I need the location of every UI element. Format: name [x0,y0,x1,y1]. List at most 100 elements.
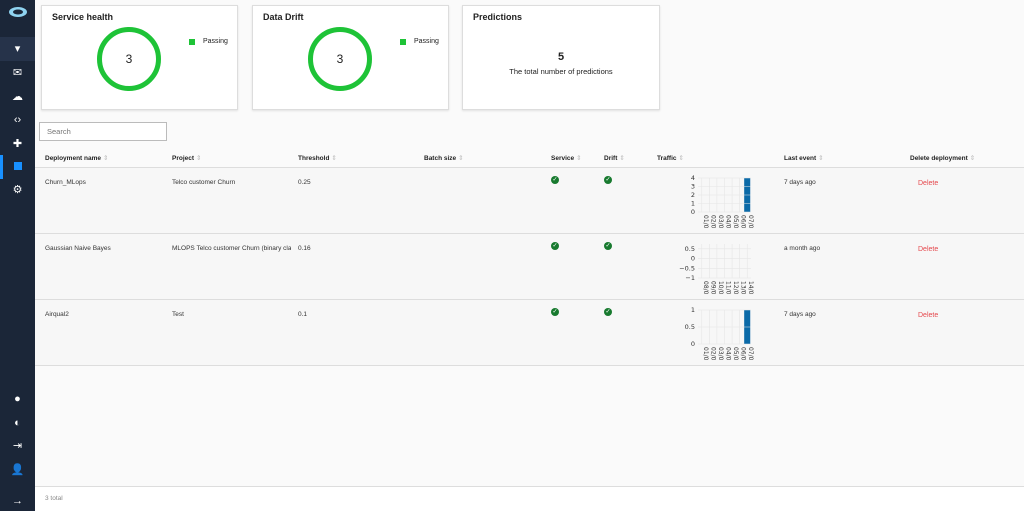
x-tick-label: 14/0 [747,281,754,295]
delete-button[interactable]: Delete [918,246,938,253]
col-project[interactable]: Project ⇕ [172,154,202,162]
deployment-name[interactable]: Churn_MLops [45,179,86,186]
project-name: MLOPS Telco customer Churn (binary cla [172,245,292,252]
sidebar: ▾ ✉ ☁ ‹› ✚ ⚙ ● ◐ ⇥ 👤 → [0,0,35,511]
x-tick-label: 07/0 [747,215,754,229]
puzzle-icon[interactable]: ✚ [0,136,35,152]
col-service[interactable]: Service ⇕ [551,154,582,162]
y-tick-label: −1 [685,274,695,282]
x-tick-label: 06/0 [740,215,747,229]
predictions-card: Predictions 5 The total number of predic… [462,5,660,110]
col-threshold[interactable]: Threshold ⇕ [298,154,337,162]
col-batch-size[interactable]: Batch size ⇕ [424,154,464,162]
legend-swatch [189,38,195,45]
legend-passing: Passing [189,38,228,45]
x-tick-label: 11/0 [725,281,732,295]
col-traffic[interactable]: Traffic ⇕ [657,154,684,162]
y-tick-label: 1 [691,306,695,314]
table-row[interactable]: Airqual2 Test 0.1 ✓ ✓ 01/0 02/0 03/0 04/0 05… [35,299,1024,365]
dashboard-icon[interactable] [0,159,35,175]
predictions-caption: The total number of predictions [509,67,613,76]
col-deployment-name[interactable]: Deployment name ⇕ [45,154,108,162]
drift-check-icon: ✓ [604,242,612,250]
x-tick-label: 01/0 [702,215,709,229]
table-end [35,365,1024,366]
service-check-icon: ✓ [551,242,559,250]
x-tick-label: 07/0 [747,347,754,361]
x-tick-label: 02/0 [709,215,716,229]
col-drift[interactable]: Drift ⇕ [604,154,625,162]
y-tick-label: 4 [691,174,695,182]
y-tick-label: 0 [691,255,695,263]
table-footer: 3 total [35,486,1024,511]
project-name: Test [172,311,184,318]
drift-check-icon: ✓ [604,308,612,316]
delete-button[interactable]: Delete [918,312,938,319]
card-title: Predictions [473,12,523,22]
legend-label: Passing [203,38,228,45]
deployment-name[interactable]: Airqual2 [45,311,69,318]
x-tick-label: 05/0 [732,215,739,229]
x-tick-label: 04/0 [725,215,732,229]
threshold: 0.1 [298,311,308,318]
x-tick-label: 05/0 [732,347,739,361]
y-tick-label: 0.5 [685,245,695,253]
project-name: Telco customer Churn [172,179,236,186]
table-row[interactable]: Churn_MLops Telco customer Churn 0.25 ✓ … [35,167,1024,233]
col-delete-deployment[interactable]: Delete deployment ⇕ [910,154,975,162]
gear-icon[interactable]: ⚙ [0,182,35,198]
card-title: Service health [52,12,114,22]
total-count: 3 total [45,495,63,502]
login-icon[interactable]: ⇥ [0,438,35,454]
x-tick-label: 03/0 [717,215,724,229]
x-tick-label: 06/0 [740,347,747,361]
drift-check-icon: ✓ [604,176,612,184]
threshold: 0.25 [298,179,311,186]
x-tick-label: 04/0 [725,347,732,361]
y-tick-label: 3 [691,183,695,191]
delete-button[interactable]: Delete [918,180,938,187]
legend-passing: Passing [400,38,439,45]
x-tick-label: 08/0 [702,281,709,295]
last-event: 7 days ago [784,311,816,318]
globe-icon[interactable]: ● [0,391,35,407]
y-tick-label: 0 [691,208,695,216]
x-tick-label: 01/0 [702,347,709,361]
traffic-chart: 08/0 09/0 10/0 11/0 12/0 13/0 14/0 −1 −0.50 0.5 [679,244,754,295]
data-drift-card: Data Drift 3 Passing [252,5,449,110]
y-tick-label: 2 [691,191,695,199]
col-last-event[interactable]: Last event ⇕ [784,154,824,162]
cloud-upload-icon[interactable]: ☁ [0,89,35,105]
x-tick-label: 02/0 [709,347,716,361]
code-icon[interactable]: ‹› [0,112,35,128]
last-event: 7 days ago [784,179,816,186]
legend-swatch [400,38,406,45]
service-health-ring: 3 [97,27,161,91]
legend-label: Passing [414,38,439,45]
table-row[interactable]: Gaussian Naive Bayes MLOPS Telco custome… [35,233,1024,299]
last-event: a month ago [784,245,821,252]
user-icon[interactable]: 👤 [0,462,35,478]
traffic-chart: 01/0 02/0 03/0 04/0 05/0 06/0 07/0 0 0.5 1 [685,306,755,361]
service-check-icon: ✓ [551,176,559,184]
traffic-chart: 01/0 02/0 03/0 04/0 05/0 06/0 07/0 01234 [691,174,754,229]
x-tick-label: 10/0 [717,281,724,295]
deployment-name[interactable]: Gaussian Naive Bayes [45,245,111,252]
x-tick-label: 12/0 [732,281,739,295]
logo-icon[interactable] [0,6,35,23]
y-tick-label: 1 [691,200,695,208]
service-health-card: Service health 3 Passing [41,5,238,110]
search-input[interactable] [39,122,167,141]
x-tick-label: 09/0 [709,281,716,295]
arrow-right-icon[interactable]: → [0,493,35,509]
inbox-icon[interactable]: ✉ [0,65,35,81]
data-drift-ring: 3 [308,27,372,91]
contrast-icon[interactable]: ◐ [0,415,35,431]
card-title: Data Drift [263,12,304,22]
x-tick-label: 03/0 [717,347,724,361]
predictions-count: 5 [557,51,565,63]
threshold: 0.16 [298,245,311,252]
dropdown-icon[interactable]: ▾ [0,37,35,61]
y-tick-label: 0.5 [685,323,695,331]
y-tick-label: 0 [691,340,695,348]
